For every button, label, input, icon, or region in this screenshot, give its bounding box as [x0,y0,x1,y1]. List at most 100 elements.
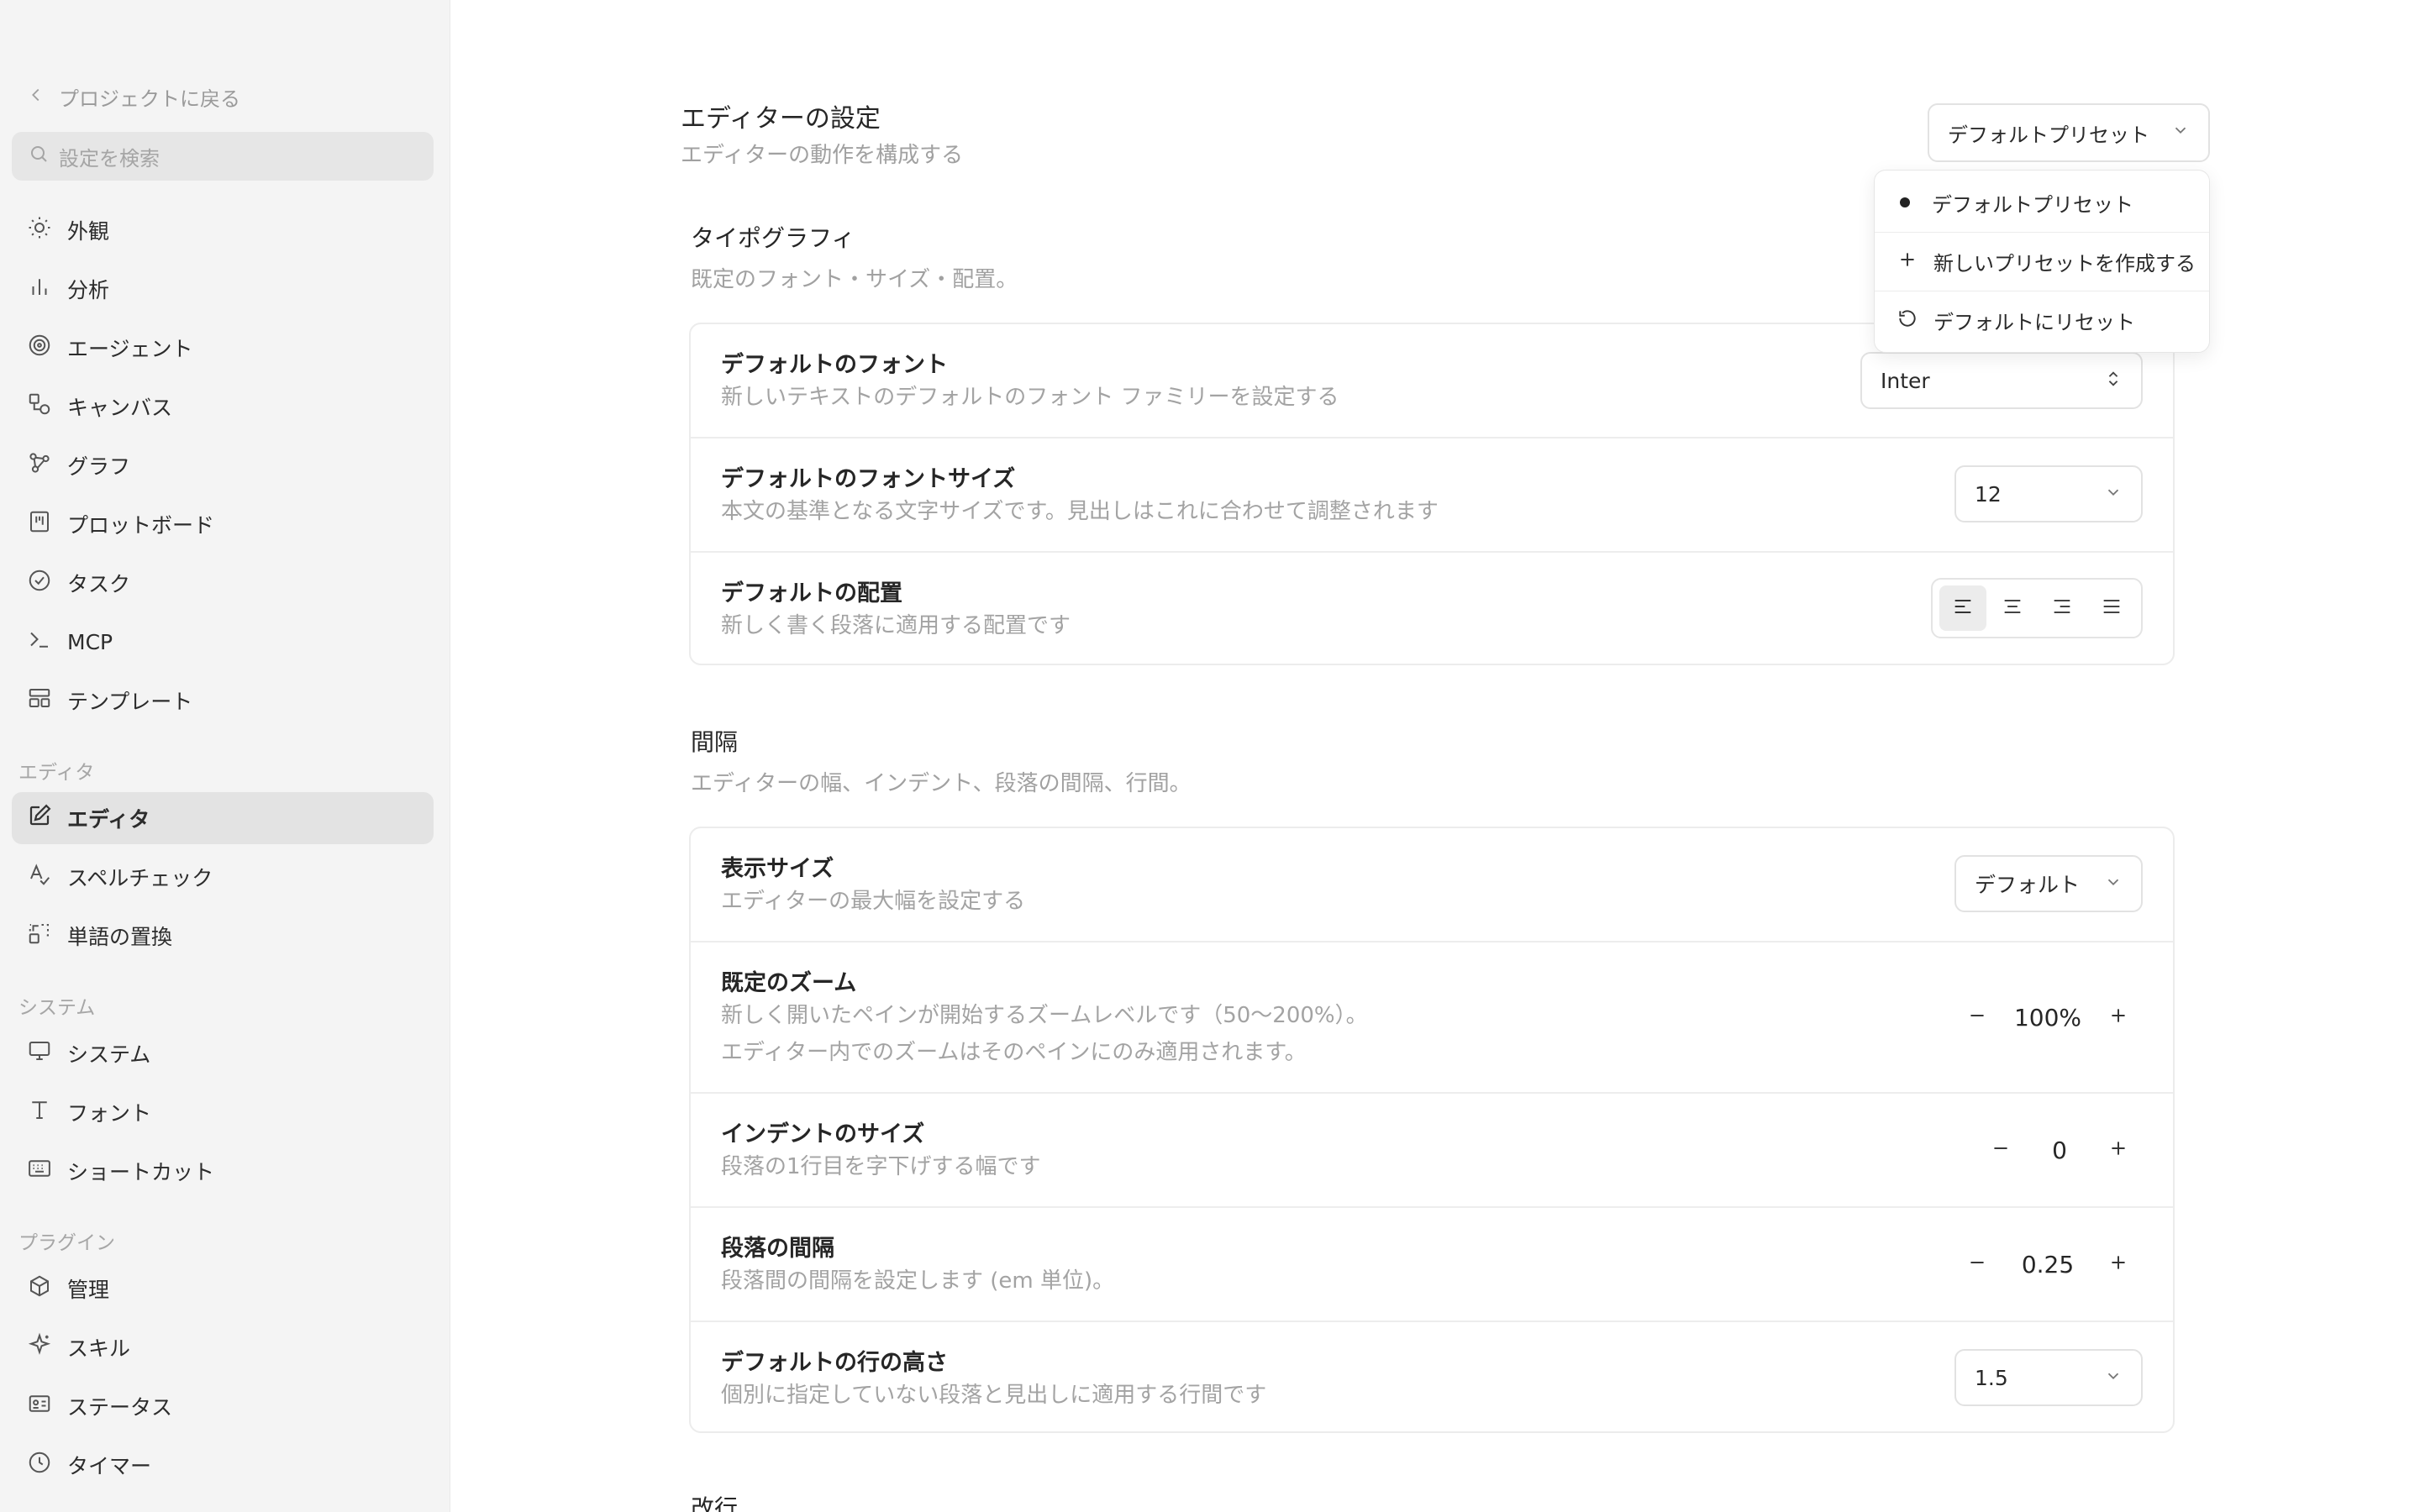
align-justify-icon [2100,595,2123,622]
paragraph-increase-button[interactable] [2097,1243,2139,1285]
sidebar-item-label: エディタ [67,807,150,832]
spacing-card: 表示サイズ エディターの最大幅を設定する デフォルト 既定のズーム 新しく開いた… [689,827,2175,1433]
preset-select-value: デフォルトプリセット [1948,123,2149,147]
line-height-select[interactable]: 1.5 [1954,1349,2143,1406]
sidebar-item-label: グラフ [67,454,131,479]
sidebar-item-label: スペルチェック [67,866,213,890]
sidebar-item-tasks[interactable]: タスク [12,557,434,609]
replace-icon [27,921,52,951]
paragraph-decrease-button[interactable] [1956,1243,1998,1285]
select-value: 12 [1975,481,2002,507]
monitor-icon [27,1038,52,1068]
zoom-increase-button[interactable] [2097,996,2139,1038]
sidebar-item-label: 単語の置換 [67,925,173,949]
row-label: 表示サイズ [721,856,834,882]
typography-subtitle: 既定のフォント・サイズ・配置。 [691,267,1018,292]
menu-item-new-preset[interactable]: 新しいプリセットを作成する [1875,232,2209,291]
reset-icon [1897,307,1918,334]
minus-icon [1966,1005,1988,1030]
align-right-button[interactable] [2039,585,2086,631]
type-icon [27,1097,52,1127]
section-label-system: システム [18,997,96,1019]
sidebar-item-editor[interactable]: エディタ [12,792,434,844]
clock-icon [27,1450,52,1480]
package-icon [27,1273,52,1304]
font-size-select[interactable]: 12 [1954,465,2143,522]
font-family-select[interactable]: Inter [1860,352,2143,409]
preset-select[interactable]: デフォルトプリセット [1928,103,2210,162]
align-center-icon [2001,595,2024,622]
sidebar-item-system[interactable]: システム [12,1027,434,1079]
selected-dot-icon [1900,197,1910,207]
zoom-value: 100% [2013,1003,2082,1032]
sidebar: プロジェクトに戻る 設定を検索 外観 分析 エージェント キャンバス グラフ プ… [0,0,450,1512]
sidebar-item-label: タイマー [67,1454,152,1478]
chevron-down-icon [2104,872,2123,896]
sidebar-item-canvas[interactable]: キャンバス [12,381,434,433]
sidebar-item-manage[interactable]: 管理 [12,1263,434,1315]
sidebar-item-label: エージェント [67,337,193,361]
align-center-button[interactable] [1989,585,2036,631]
sidebar-item-label: ショートカット [67,1160,215,1184]
sidebar-item-fonts[interactable]: フォント [12,1086,434,1138]
sidebar-item-timer[interactable]: タイマー [12,1439,434,1491]
menu-item-reset-default[interactable]: デフォルトにリセット [1875,291,2209,349]
sidebar-item-shortcuts[interactable]: ショートカット [12,1145,434,1197]
menu-item-label: デフォルトにリセット [1933,311,2135,334]
sidebar-item-spellcheck[interactable]: スペルチェック [12,851,434,903]
minus-icon [1990,1137,2012,1163]
sidebar-item-skills[interactable]: スキル [12,1321,434,1373]
check-circle-icon [27,568,52,598]
spacing-title: 間隔 [691,728,739,756]
row-desc: 新しく開いたペインが開始するズームレベルです（50〜200%）。 [721,1003,1368,1028]
back-to-project-link[interactable]: プロジェクトに戻る [27,82,240,112]
row-indent-size: インデントのサイズ 段落の1行目を字下げする幅です 0 [691,1092,2173,1206]
search-placeholder: 設定を検索 [59,146,160,171]
alignment-toggle-group [1931,578,2143,638]
plus-icon [1897,249,1918,276]
sidebar-item-templates[interactable]: テンプレート [12,675,434,727]
zoom-stepper: 100% [1956,996,2139,1038]
settings-main: エディターの設定 エディターの動作を構成する デフォルトプリセット デフォルトプ… [450,0,2420,1512]
sidebar-item-word-replace[interactable]: 単語の置換 [12,910,434,962]
bar-chart-icon [27,274,52,304]
settings-search-input[interactable]: 設定を検索 [12,132,434,181]
sidebar-item-label: ステータス [67,1395,173,1420]
search-icon [29,144,49,169]
sidebar-item-appearance[interactable]: 外観 [12,204,434,256]
select-value: Inter [1881,368,1930,393]
display-size-select[interactable]: デフォルト [1954,855,2143,912]
section-label-editor: エディタ [18,762,95,784]
typography-title: タイポグラフィ [691,224,855,252]
terminal-icon [27,627,52,657]
zoom-decrease-button[interactable] [1956,996,1998,1038]
sidebar-item-analytics[interactable]: 分析 [12,263,434,315]
sidebar-item-label: 分析 [67,278,110,302]
row-label: デフォルトのフォントサイズ [721,466,1016,492]
indent-increase-button[interactable] [2097,1129,2139,1171]
align-left-icon [1951,595,1975,622]
sidebar-item-graph[interactable]: グラフ [12,439,434,491]
row-label: デフォルトの配置 [721,580,902,606]
row-desc: 個別に指定していない段落と見出しに適用する行間です [721,1383,1267,1408]
chevron-down-icon [2104,482,2123,507]
menu-item-default-preset[interactable]: デフォルトプリセット [1875,173,2209,232]
chevron-down-icon [2104,1366,2123,1390]
layout-icon [27,685,52,716]
align-justify-button[interactable] [2088,585,2135,631]
select-value: デフォルト [1975,873,2081,897]
page-subtitle: エディターの動作を構成する [681,143,964,168]
line-break-title: 改行 [691,1494,739,1512]
sidebar-item-mcp[interactable]: MCP [12,616,434,668]
chevron-left-icon [27,86,45,109]
edit-icon [27,803,52,833]
sidebar-item-agent[interactable]: エージェント [12,322,434,374]
sidebar-item-status[interactable]: ステータス [12,1380,434,1432]
sidebar-item-plotboard[interactable]: プロットボード [12,498,434,550]
sun-icon [27,215,52,245]
sidebar-item-label: スキル [67,1336,131,1361]
row-desc: 新しいテキストのデフォルトのフォント ファミリーを設定する [721,385,1339,410]
sidebar-item-label: プロットボード [67,513,215,538]
align-left-button[interactable] [1939,585,1986,631]
indent-decrease-button[interactable] [1980,1129,2022,1171]
